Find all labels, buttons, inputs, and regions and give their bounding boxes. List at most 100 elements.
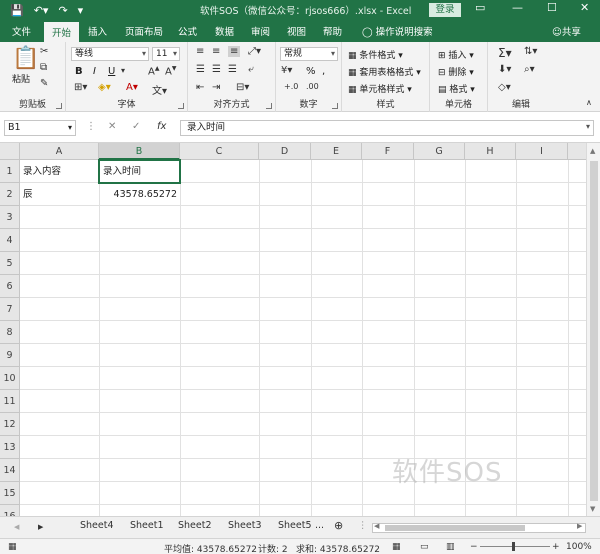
save-icon[interactable]: 💾 — [10, 4, 24, 17]
sheet-tab-sheet1[interactable]: Sheet1 — [130, 520, 164, 531]
row-header-2[interactable]: 2 — [0, 183, 20, 206]
align-left-icon[interactable]: ☰ — [196, 64, 205, 75]
tab-view[interactable]: 视图 — [287, 24, 306, 38]
find-select-icon[interactable]: ⌕▾ — [524, 64, 535, 75]
worksheet-grid[interactable]: A B C D E F G H I 1 2 3 4 5 6 7 8 9 10 1… — [0, 143, 586, 516]
tab-file[interactable]: 文件 — [12, 24, 31, 38]
normal-view-icon[interactable]: ▦ — [392, 542, 401, 552]
minimize-button[interactable]: — — [512, 1, 523, 14]
tab-data[interactable]: 数据 — [215, 24, 234, 38]
name-box[interactable]: B1 ▾ — [4, 120, 76, 136]
zoom-slider[interactable] — [480, 546, 550, 547]
bold-button[interactable]: B — [75, 66, 83, 77]
fill-color-icon[interactable]: ◈▾ — [98, 82, 111, 93]
column-header-a[interactable]: A — [20, 143, 99, 160]
underline-button[interactable]: U — [108, 66, 115, 77]
decrease-font-icon[interactable]: A▼ — [165, 65, 176, 77]
row-header-5[interactable]: 5 — [0, 252, 20, 275]
row-header-8[interactable]: 8 — [0, 321, 20, 344]
tab-review[interactable]: 审阅 — [251, 24, 270, 38]
enter-icon[interactable]: ✓ — [132, 121, 140, 132]
restore-button[interactable]: ☐ — [547, 1, 557, 14]
border-icon[interactable]: ⊞▾ — [74, 82, 87, 93]
row-header-15[interactable]: 15 — [0, 482, 20, 505]
tab-page-layout[interactable]: 页面布局 — [125, 24, 163, 38]
more-sheets[interactable]: ... — [315, 520, 324, 531]
row-header-16[interactable]: 16 — [0, 505, 20, 516]
cell-a1[interactable]: 录入内容 — [21, 160, 99, 183]
font-name-combo[interactable]: 等线 ▾ — [71, 47, 149, 61]
macro-record-icon[interactable]: ▦ — [8, 542, 17, 552]
increase-decimal-icon[interactable]: +.0 — [284, 82, 298, 91]
sort-filter-icon[interactable]: ⇅▾ — [524, 46, 537, 57]
decrease-decimal-icon[interactable]: .00 — [306, 82, 319, 91]
autosum-icon[interactable]: Σ▾ — [498, 46, 512, 60]
redo-icon[interactable]: ↷ — [58, 4, 67, 17]
zoom-out-icon[interactable]: − — [470, 542, 478, 552]
page-layout-view-icon[interactable]: ▭ — [420, 542, 429, 552]
sheet-tab-sheet4[interactable]: Sheet4 — [80, 520, 114, 531]
percent-button[interactable]: % — [306, 66, 316, 77]
ribbon-display-icon[interactable]: ▭ — [475, 1, 485, 14]
horizontal-scrollbar[interactable] — [372, 523, 586, 533]
row-header-3[interactable]: 3 — [0, 206, 20, 229]
tell-me-search[interactable]: ◯ 操作说明搜索 — [362, 24, 433, 38]
share-button[interactable]: ☺共享 — [552, 24, 581, 38]
scroll-left-icon[interactable]: ◀ — [374, 522, 379, 530]
prev-sheet-icon[interactable]: ◀ — [14, 523, 19, 531]
column-header-b[interactable]: B — [99, 143, 180, 160]
login-button[interactable]: 登录 — [429, 3, 461, 17]
column-header-i[interactable]: I — [516, 143, 568, 160]
page-break-view-icon[interactable]: ▥ — [446, 542, 455, 552]
orientation-icon[interactable]: ⤢▾ — [248, 46, 261, 57]
insert-cells-button[interactable]: ⊞ 插入 ▾ — [438, 48, 474, 61]
add-sheet-icon[interactable]: ⊕ — [334, 519, 343, 532]
customize-icon[interactable]: ▾ — [78, 4, 84, 17]
zoom-slider-thumb[interactable] — [512, 542, 515, 551]
paste-label[interactable]: 粘贴 — [12, 72, 30, 85]
formula-input[interactable]: 录入时间 — [180, 120, 594, 136]
conditional-format-button[interactable]: ▦ 条件格式 ▾ — [348, 48, 403, 61]
format-cells-button[interactable]: ▤ 格式 ▾ — [438, 82, 475, 95]
cell-b2[interactable]: 43578.65272 — [99, 183, 179, 206]
phonetic-icon[interactable]: 文▾ — [152, 82, 167, 97]
column-header-e[interactable]: E — [311, 143, 362, 160]
zoom-level[interactable]: 100% — [566, 542, 592, 552]
row-header-12[interactable]: 12 — [0, 413, 20, 436]
collapse-ribbon-icon[interactable]: ∧ — [586, 98, 592, 107]
paste-icon[interactable]: 📋 — [12, 46, 39, 71]
scroll-right-icon[interactable]: ▶ — [577, 522, 582, 530]
row-header-10[interactable]: 10 — [0, 367, 20, 390]
increase-indent-icon[interactable]: ⇥ — [212, 82, 220, 93]
tab-formulas[interactable]: 公式 — [178, 24, 197, 38]
sheet-tab-sheet3[interactable]: Sheet3 — [228, 520, 262, 531]
format-painter-icon[interactable]: ✎ — [40, 78, 48, 89]
expand-formula-icon[interactable]: ▾ — [586, 122, 590, 131]
row-header-4[interactable]: 4 — [0, 229, 20, 252]
row-header-11[interactable]: 11 — [0, 390, 20, 413]
number-launcher-icon[interactable] — [332, 103, 338, 109]
column-header-h[interactable]: H — [465, 143, 516, 160]
italic-button[interactable]: I — [93, 66, 96, 77]
align-top-icon[interactable]: ≡ — [196, 46, 204, 57]
increase-font-icon[interactable]: A▲ — [148, 65, 159, 77]
column-header-g[interactable]: G — [414, 143, 465, 160]
delete-cells-button[interactable]: ⊟ 删除 ▾ — [438, 65, 474, 78]
tab-insert[interactable]: 插入 — [88, 24, 107, 38]
close-button[interactable]: ✕ — [580, 1, 589, 14]
font-size-combo[interactable]: 11 ▾ — [152, 47, 180, 61]
copy-icon[interactable]: ⧉ — [40, 62, 47, 73]
align-middle-icon[interactable]: ≡ — [212, 46, 220, 57]
clear-icon[interactable]: ◇▾ — [498, 82, 511, 93]
format-as-table-button[interactable]: ▦ 套用表格格式 ▾ — [348, 65, 421, 78]
tab-home[interactable]: 开始 — [44, 22, 80, 42]
cancel-icon[interactable]: ✕ — [108, 121, 116, 132]
row-header-7[interactable]: 7 — [0, 298, 20, 321]
wrap-text-icon[interactable]: ⤶ — [248, 64, 254, 75]
row-header-13[interactable]: 13 — [0, 436, 20, 459]
vertical-scrollbar[interactable]: ▲ ▼ — [586, 143, 600, 516]
cut-icon[interactable]: ✂ — [40, 46, 48, 57]
sheet-tab-sheet5[interactable]: Sheet5 — [278, 520, 312, 531]
vertical-scroll-thumb[interactable] — [590, 161, 598, 501]
column-header-d[interactable]: D — [259, 143, 311, 160]
